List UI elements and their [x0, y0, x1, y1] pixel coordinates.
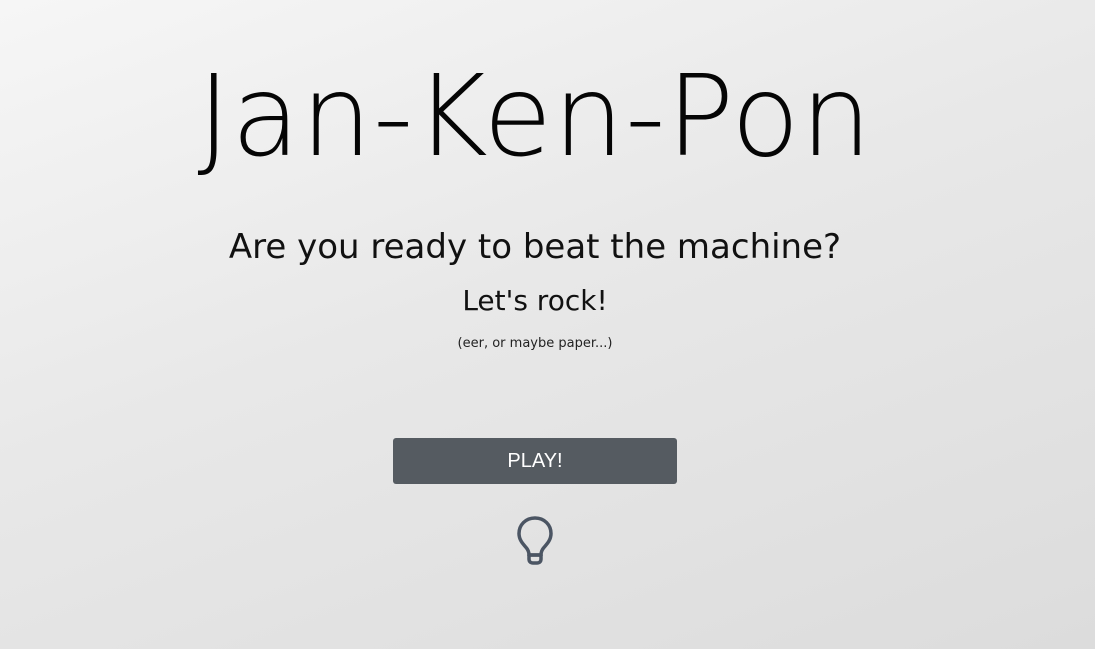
intro-note: (eer, or maybe paper...) — [457, 336, 613, 351]
play-button[interactable]: PLAY! — [393, 438, 677, 484]
game-title: Jan-Ken-Pon — [197, 52, 873, 182]
lightbulb-icon[interactable] — [516, 515, 554, 565]
intro-question: Are you ready to beat the machine? — [228, 227, 842, 267]
start-screen: Jan-Ken-Pon Are you ready to beat the ma… — [0, 0, 1095, 649]
intro-tagline: Let's rock! — [462, 284, 608, 317]
